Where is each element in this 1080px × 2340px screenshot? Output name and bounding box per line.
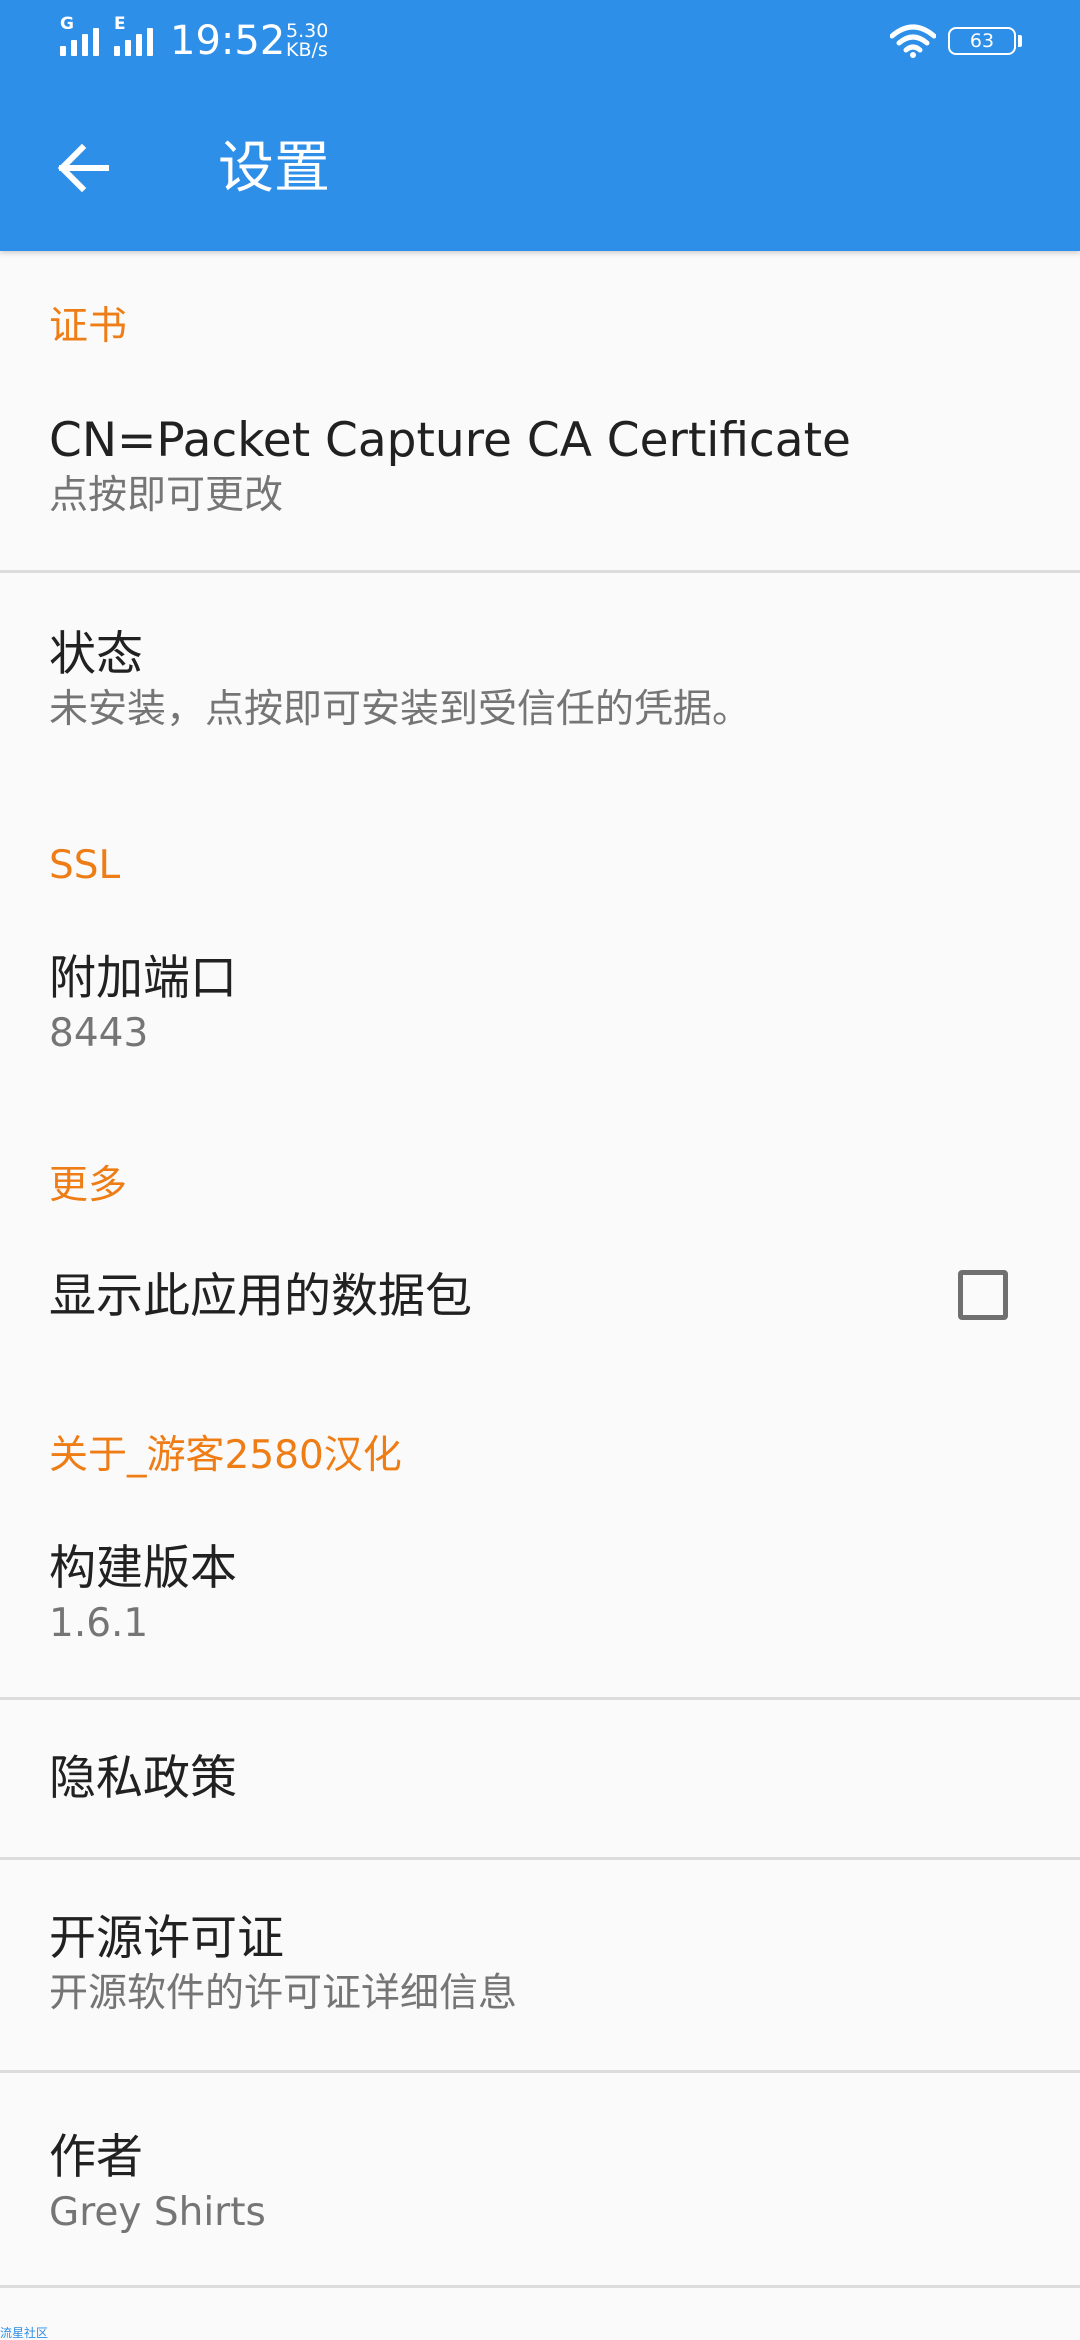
- pref-row-certificate-status[interactable]: 状态 未安装，点按即可安装到受信任的凭据。: [0, 612, 1080, 762]
- show-app-packets-checkbox[interactable]: [958, 1270, 1008, 1320]
- pref-summary-build-version: 1.6.1: [49, 1601, 149, 1646]
- battery-tip: [1018, 35, 1022, 47]
- network-speed: 5.30 KB/s: [286, 22, 328, 60]
- pref-summary-certificate-cn: 点按即可更改: [49, 473, 284, 518]
- app-bar: G E 19:52 5.30 KB/s 63 设置: [0, 0, 1080, 251]
- signal-strength-icon-1: G: [58, 14, 114, 56]
- pref-summary-certificate-status: 未安装，点按即可安装到受信任的凭据。: [49, 687, 752, 732]
- arrow-left-icon: [57, 143, 109, 193]
- back-button[interactable]: [44, 128, 124, 208]
- pref-title-additional-port: 附加端口: [49, 951, 237, 1006]
- pref-title-open-source-licenses: 开源许可证: [49, 1911, 284, 1966]
- pref-row-certificate-cn[interactable]: CN=Packet Capture CA Certificate 点按即可更改: [0, 398, 1080, 570]
- network-type-2: E: [114, 14, 126, 34]
- section-header-about: 关于_游客2580汉化: [49, 1433, 402, 1478]
- watermark-text: 流星社区: [0, 2326, 49, 2340]
- divider: [0, 570, 1080, 573]
- pref-row-privacy-policy[interactable]: 隐私政策: [0, 1700, 1080, 1858]
- pref-title-build-version: 构建版本: [49, 1541, 237, 1596]
- pref-summary-author: Grey Shirts: [49, 2190, 266, 2235]
- status-time: 19:52: [170, 18, 286, 64]
- section-header-ssl: SSL: [49, 843, 121, 888]
- pref-summary-additional-port: 8443: [49, 1011, 149, 1056]
- pref-row-open-source-licenses[interactable]: 开源许可证 开源软件的许可证详细信息: [0, 1860, 1080, 2070]
- network-type-1: G: [60, 14, 74, 34]
- pref-title-privacy-policy: 隐私政策: [49, 1751, 237, 1806]
- pref-title-show-app-packets: 显示此应用的数据包: [49, 1269, 472, 1324]
- pref-row-show-app-packets[interactable]: 显示此应用的数据包: [0, 1240, 1080, 1350]
- battery-icon: 63: [948, 27, 1016, 55]
- pref-summary-open-source-licenses: 开源软件的许可证详细信息: [49, 1971, 518, 2016]
- section-header-certificate: 证书: [49, 304, 128, 349]
- pref-title-certificate-status: 状态: [49, 627, 143, 682]
- signal-strength-icon-2: E: [112, 14, 168, 56]
- pref-row-author[interactable]: 作者 Grey Shirts: [0, 2073, 1080, 2285]
- status-bar: G E 19:52 5.30 KB/s 63: [0, 0, 1080, 84]
- page-title: 设置: [218, 136, 330, 201]
- wifi-icon: [890, 24, 936, 58]
- divider: [0, 2285, 1080, 2288]
- pref-title-author: 作者: [49, 2130, 143, 2185]
- network-speed-unit: KB/s: [286, 39, 328, 61]
- pref-row-additional-port[interactable]: 附加端口 8443: [0, 936, 1080, 1086]
- pref-row-build-version[interactable]: 构建版本 1.6.1: [0, 1526, 1080, 1698]
- pref-title-certificate-cn: CN=Packet Capture CA Certificate: [49, 413, 851, 468]
- section-header-more: 更多: [49, 1163, 128, 1208]
